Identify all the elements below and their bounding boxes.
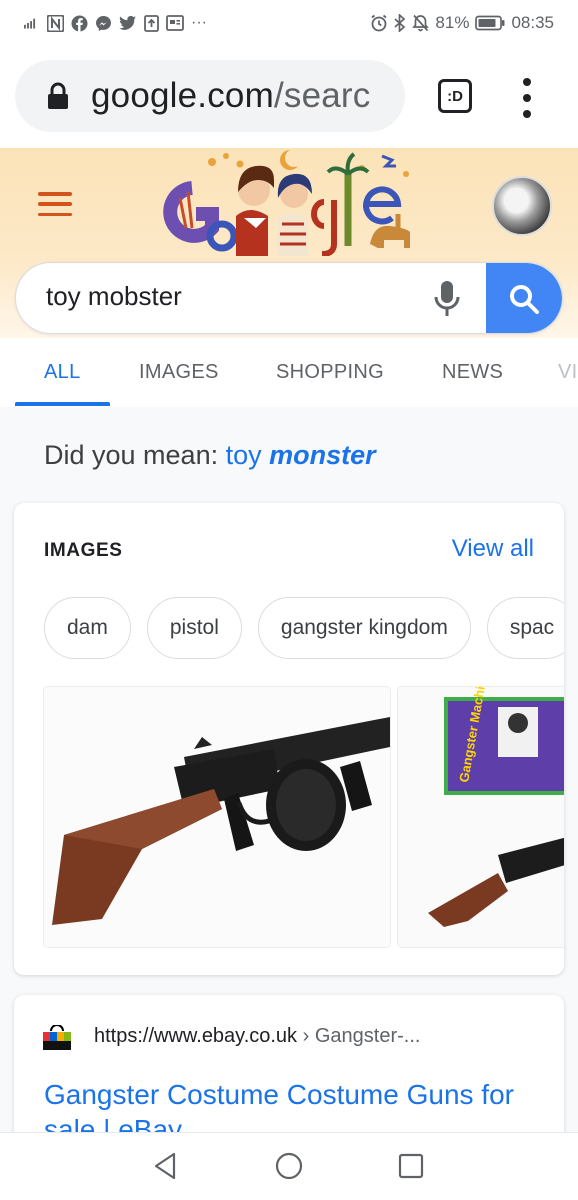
chip-pistol[interactable]: pistol: [146, 597, 242, 659]
did-you-mean: Did you mean: toy monster: [44, 440, 376, 471]
chip-spac[interactable]: spac: [486, 597, 564, 659]
did-you-mean-prefix: Did you mean:: [44, 440, 219, 470]
address-bar[interactable]: google.com/searc: [15, 60, 405, 132]
images-heading: IMAGES: [44, 540, 123, 561]
tab-all[interactable]: ALL: [44, 361, 81, 384]
n-app-icon: [47, 14, 64, 32]
home-icon[interactable]: [272, 1149, 306, 1183]
twitter-icon: [119, 15, 136, 30]
more-notifications-icon: ···: [191, 14, 207, 31]
mic-icon[interactable]: [434, 279, 460, 319]
alarm-icon: [371, 14, 387, 32]
hamburger-icon[interactable]: [38, 192, 72, 216]
result-url[interactable]: https://www.ebay.co.uk › Gangster-...: [94, 1025, 420, 1048]
images-card: IMAGES View all dam pistol gangster king…: [14, 503, 564, 975]
tab-news[interactable]: NEWS: [442, 361, 503, 384]
signal-icon: [24, 18, 36, 29]
clock: 08:35: [511, 13, 554, 32]
browser-toolbar: google.com/searc :D: [0, 46, 578, 148]
overflow-menu-icon[interactable]: [518, 78, 536, 118]
search-tabs: ALL IMAGES SHOPPING NEWS VI: [0, 345, 578, 407]
chip-dam[interactable]: dam: [44, 597, 131, 659]
url-host: google.com: [91, 76, 274, 115]
facebook-icon: [71, 15, 88, 32]
recents-icon[interactable]: [394, 1149, 428, 1183]
upload-icon: [144, 14, 159, 32]
image-chips: dam pistol gangster kingdom spac: [44, 597, 564, 659]
toy-tommy-gun-image: [44, 687, 390, 947]
suggestion-emphasis: monster: [269, 440, 376, 470]
search-icon: [510, 285, 539, 314]
tab-shopping[interactable]: SHOPPING: [276, 361, 384, 384]
battery-icon: [475, 15, 505, 31]
url-text: google.com/searc: [91, 76, 370, 116]
google-doodle[interactable]: [152, 148, 424, 256]
back-icon[interactable]: [148, 1149, 182, 1183]
ebay-favicon-icon: [43, 1025, 71, 1050]
tab-images[interactable]: IMAGES: [139, 361, 219, 384]
status-bar: ··· 81% 08:35: [0, 0, 578, 46]
search-box[interactable]: toy mobster: [15, 262, 563, 334]
search-result-ebay: https://www.ebay.co.uk › Gangster-... Ga…: [14, 995, 564, 1155]
view-all-link[interactable]: View all: [452, 535, 534, 563]
battery-percent: 81%: [435, 13, 470, 32]
gangster-machine-gun-box-image: Gangster Machine Gun: [398, 687, 564, 947]
search-button[interactable]: [486, 263, 562, 333]
chip-gangster-kingdom[interactable]: gangster kingdom: [257, 597, 471, 659]
active-tab-indicator: [15, 402, 110, 406]
spelling-suggestion-link[interactable]: toy monster: [226, 440, 376, 470]
mute-icon: [412, 14, 430, 32]
image-result-2[interactable]: Gangster Machine Gun: [398, 687, 564, 947]
news-app-icon: [166, 15, 184, 31]
image-result-1[interactable]: [44, 687, 390, 947]
bluetooth-icon: [394, 14, 406, 32]
android-nav-bar: [0, 1132, 578, 1200]
tab-videos[interactable]: VI: [558, 361, 578, 384]
result-url-host: https://www.ebay.co.uk: [94, 1025, 298, 1047]
result-breadcrumb: › Gangster-...: [297, 1025, 421, 1047]
search-query[interactable]: toy mobster: [46, 281, 182, 312]
suggestion-plain: toy: [225, 440, 262, 470]
notification-icons: ···: [24, 14, 207, 32]
messenger-icon: [96, 15, 111, 31]
url-path: /searc: [273, 76, 371, 115]
account-avatar[interactable]: [492, 176, 552, 236]
tab-switcher-icon[interactable]: :D: [438, 79, 472, 113]
lock-icon: [48, 82, 68, 109]
